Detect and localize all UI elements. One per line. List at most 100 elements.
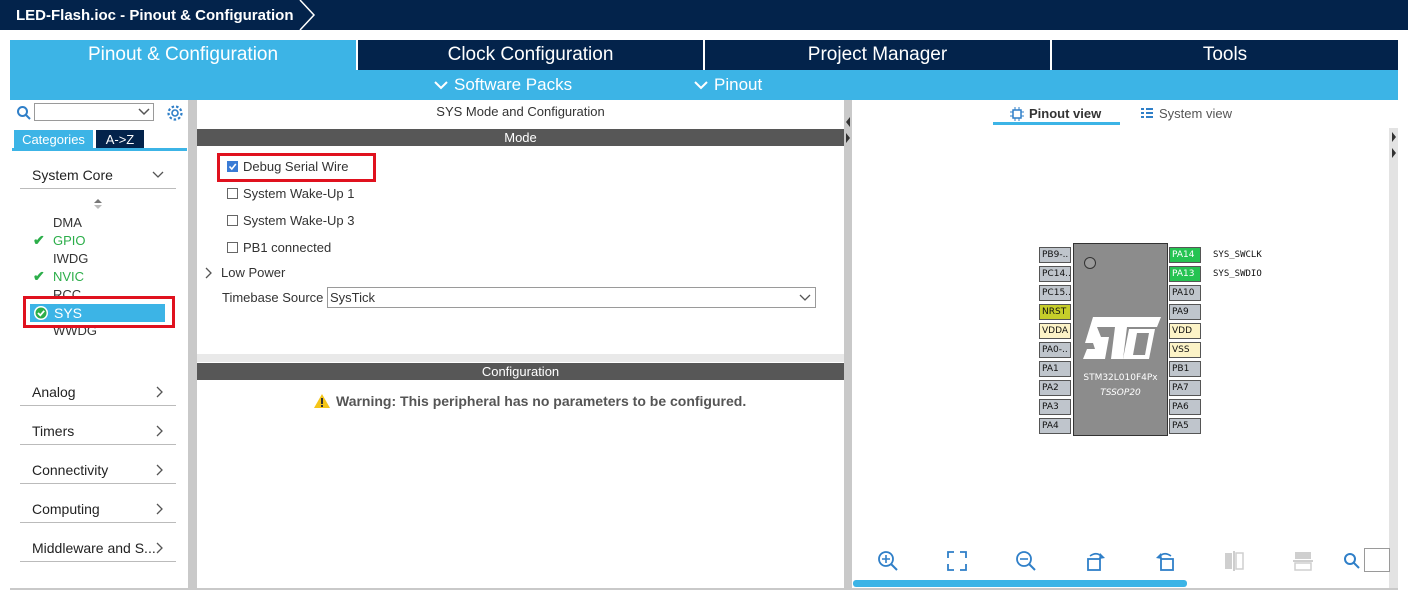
timebase-value: SysTick (330, 290, 376, 305)
flip-horizontal-icon (1293, 552, 1313, 571)
chevron-right-icon (156, 503, 163, 514)
zoom-out-button[interactable] (1014, 549, 1038, 573)
flip-vertical-button[interactable] (1222, 549, 1246, 573)
pin-left[interactable]: PC14.. (1039, 266, 1071, 282)
option-system-wake-up-1[interactable]: System Wake-Up 1 (227, 186, 355, 201)
active-tab-underline (993, 122, 1120, 125)
collapse-arrows-icon[interactable] (1390, 130, 1398, 160)
category-system-core[interactable]: System Core (20, 161, 176, 189)
checkbox[interactable] (227, 188, 238, 199)
pin-left[interactable]: PA1 (1039, 361, 1071, 377)
software-packs-menu[interactable]: Software Packs (434, 70, 572, 100)
list-icon (1141, 107, 1153, 118)
peripheral-iwdg[interactable]: IWDG (53, 250, 88, 268)
rotate-left-button[interactable] (1153, 549, 1177, 573)
tab-pinout-view[interactable]: Pinout view (1010, 106, 1101, 121)
pin-left[interactable]: VDDA (1039, 323, 1071, 339)
flip-vertical-icon (1225, 551, 1244, 571)
tab-clock-configuration[interactable]: Clock Configuration (358, 40, 703, 70)
option-label: System Wake-Up 1 (243, 186, 355, 201)
tab-categories[interactable]: Categories (14, 130, 93, 148)
vertical-scrollbar[interactable] (1389, 128, 1398, 588)
pin-right[interactable]: PA9 (1169, 304, 1201, 320)
rotate-left-icon (1156, 552, 1174, 571)
pin-left[interactable]: PA4 (1039, 418, 1071, 434)
pin-right[interactable]: PB1 (1169, 361, 1201, 377)
software-packs-label: Software Packs (454, 75, 573, 94)
warning-message: Warning: This peripheral has no paramete… (336, 393, 747, 409)
low-power-group[interactable]: Low Power (205, 265, 285, 280)
window-title: LED-Flash.ioc - Pinout & Configuration (16, 6, 294, 24)
category-timers[interactable]: Timers (20, 417, 176, 445)
rotate-right-button[interactable] (1084, 549, 1108, 573)
chevron-down-icon[interactable] (799, 294, 811, 302)
pin-left[interactable]: PA2 (1039, 380, 1071, 396)
pin-right[interactable]: PA6 (1169, 399, 1201, 415)
pin-left[interactable]: PB9-.. (1039, 247, 1071, 263)
warning-icon (314, 394, 330, 408)
panel-separator[interactable] (844, 100, 852, 588)
breadcrumb-arrow-icon (299, 0, 316, 30)
zoom-in-button[interactable] (876, 549, 900, 573)
pinout-menu[interactable]: Pinout (694, 70, 762, 100)
bottom-border (10, 588, 1398, 590)
pin-left[interactable]: NRST (1039, 304, 1071, 320)
tab-tools[interactable]: Tools (1052, 40, 1398, 70)
search-icon[interactable] (1343, 552, 1361, 570)
pin-right[interactable]: VSS (1169, 342, 1201, 358)
option-label: PB1 connected (243, 240, 332, 255)
checkbox[interactable] (227, 242, 238, 253)
category-label: Analog (32, 383, 76, 400)
category-analog[interactable]: Analog (20, 378, 176, 406)
pin-right[interactable]: VDD (1169, 323, 1201, 339)
peripheral-nvic[interactable]: NVIC (53, 268, 84, 286)
category-connectivity[interactable]: Connectivity (20, 456, 176, 484)
sort-icon[interactable] (93, 199, 103, 209)
tab-a-z[interactable]: A->Z (96, 130, 144, 148)
chip-package: TSSOP20 (1100, 388, 1141, 398)
pin-right[interactable]: PA5 (1169, 418, 1201, 434)
chevron-right-icon (156, 386, 163, 397)
checkbox[interactable] (227, 215, 238, 226)
pin-left[interactable]: PA3 (1039, 399, 1071, 415)
section-divider (197, 354, 844, 362)
zoom-out-icon (1016, 551, 1036, 571)
category-computing[interactable]: Computing (20, 495, 176, 523)
st-logo-icon (1083, 317, 1161, 359)
flip-horizontal-button[interactable] (1291, 549, 1315, 573)
pin-left[interactable]: PA0-.. (1039, 342, 1071, 358)
pin-search-input[interactable] (1364, 548, 1390, 572)
chevron-down-icon[interactable] (138, 107, 150, 117)
peripheral-gpio[interactable]: GPIO (53, 232, 86, 250)
pinout-view-label: Pinout view (1029, 106, 1102, 121)
gear-icon[interactable] (166, 104, 184, 122)
peripheral-dma[interactable]: DMA (53, 214, 82, 232)
fit-icon (947, 551, 967, 571)
pin-right[interactable]: PA14 (1169, 247, 1201, 263)
tab-pinout-configuration[interactable]: Pinout & Configuration (10, 40, 356, 70)
option-system-wake-up-3[interactable]: System Wake-Up 3 (227, 213, 355, 228)
chevron-right-icon (156, 464, 163, 475)
panel-separator[interactable] (188, 100, 197, 588)
search-input[interactable] (34, 103, 154, 121)
horizontal-scrollbar[interactable] (853, 580, 1187, 587)
category-middleware[interactable]: Middleware and S... (20, 534, 176, 562)
chip-icon (1010, 106, 1024, 121)
category-label: Computing (32, 500, 100, 517)
pin-left[interactable]: PC15.. (1039, 285, 1071, 301)
tabs-underline (12, 148, 187, 151)
chevron-right-icon (205, 267, 212, 278)
tab-project-manager[interactable]: Project Manager (705, 40, 1050, 70)
pin-right[interactable]: PA13 (1169, 266, 1201, 282)
timebase-select[interactable]: SysTick (327, 287, 816, 308)
pin-right[interactable]: PA7 (1169, 380, 1201, 396)
system-view-label: System view (1159, 106, 1232, 121)
tab-system-view[interactable]: System view (1140, 106, 1232, 121)
category-label: Connectivity (32, 461, 109, 478)
pin-right[interactable]: PA10 (1169, 285, 1201, 301)
search-icon[interactable] (16, 105, 32, 121)
chevron-right-icon (156, 542, 163, 553)
option-pb1-connected[interactable]: PB1 connected (227, 240, 331, 255)
collapse-arrows-icon[interactable] (844, 115, 852, 145)
fit-button[interactable] (945, 549, 969, 573)
